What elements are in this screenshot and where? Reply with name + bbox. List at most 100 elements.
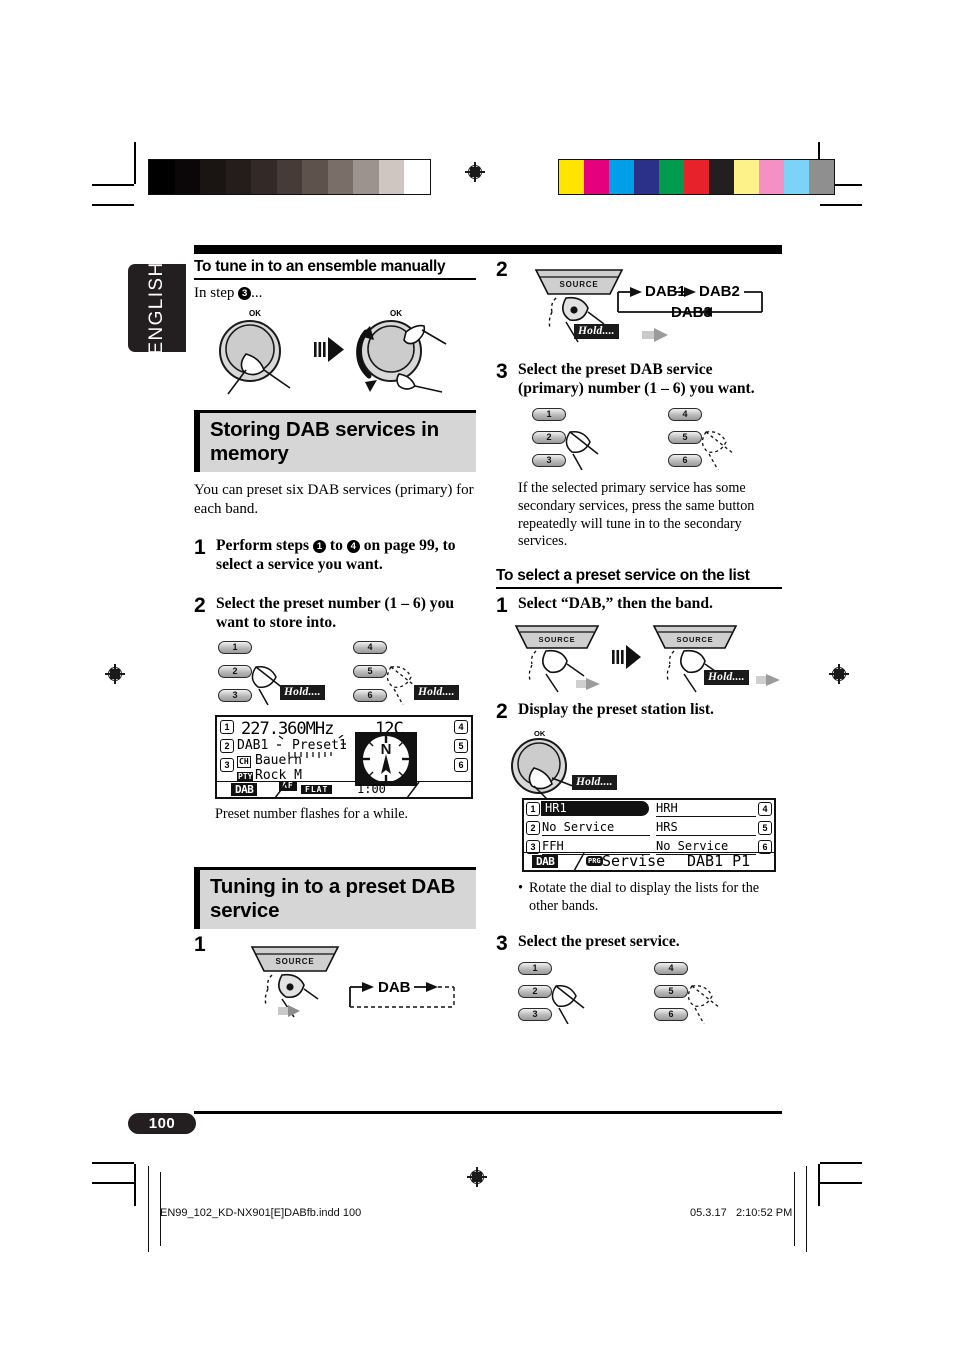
crop-mark	[820, 204, 862, 206]
preset-buttons-illustration: 1 2 3 4 5 6	[518, 961, 768, 1024]
rotate-dial-note: • Rotate the dial to display the lists f…	[518, 880, 778, 916]
step-number: 1	[194, 932, 206, 956]
svg-text:OK: OK	[249, 309, 261, 318]
step-text: Select the preset number (1 – 6) you wan…	[216, 594, 455, 631]
crop-mark	[820, 1162, 862, 1164]
circled-step-4: 4	[346, 539, 360, 553]
heading-select-preset-list: To select a preset service on the list	[496, 567, 782, 590]
svg-text:SOURCE: SOURCE	[539, 635, 576, 644]
list-step-3: 3 Select the preset service.	[496, 932, 782, 954]
hold-badge: Hold....	[574, 324, 619, 339]
lcd-preset-indicator-4: 4	[454, 719, 468, 734]
preset-buttons-illustration: 1 2 3 4 5 6	[532, 408, 782, 471]
swatch	[225, 160, 251, 194]
lcd-compass: N	[355, 731, 417, 786]
storing-step-2: 2 Select the preset number (1 – 6) you w…	[194, 594, 476, 632]
lcd-preset-list-display: 1 HR1 HRH 4 2 No Service HRS 5 3 FFH No …	[522, 798, 776, 873]
swatch	[174, 160, 200, 194]
trim-rule	[794, 1172, 796, 1246]
lcd-status-band: DAB1 P1	[687, 852, 751, 871]
swatch	[709, 160, 734, 194]
swatch	[353, 160, 379, 194]
lcd-list-name-1: HR1	[541, 801, 649, 817]
lcd-ch-value: Bauern	[255, 752, 302, 768]
crop-mark	[820, 1182, 862, 1184]
rotate-dial-note-text: Rotate the dial to display the lists for…	[528, 880, 760, 914]
lcd-preset-indicator-1: 1	[220, 719, 234, 734]
swatch	[378, 160, 404, 194]
swatch	[584, 160, 609, 194]
process-color-control-bar	[558, 159, 835, 195]
lcd-band: DAB1	[237, 737, 269, 753]
lcd-list-name-2: No Service	[542, 820, 650, 837]
trim-rule	[806, 1166, 808, 1252]
page-number-badge: 100	[128, 1113, 196, 1134]
crop-mark	[92, 184, 134, 186]
flow-label-dab2: DAB2	[699, 283, 740, 300]
svg-text:SOURCE: SOURCE	[677, 635, 714, 644]
step-number: 3	[496, 931, 508, 955]
registration-mark	[105, 664, 125, 684]
swatch	[684, 160, 709, 194]
lcd-prg-tag: PRG	[586, 856, 603, 867]
lcd-list-id-5: 5	[758, 821, 772, 836]
crop-mark	[92, 204, 134, 206]
lcd-list-status-bar: DAB PRG Servise DAB1 P1	[524, 852, 774, 872]
circled-step-3: 3	[238, 287, 252, 300]
language-tab: ENGLISH	[128, 261, 186, 355]
swatch	[809, 160, 834, 194]
preset-flash-caption: Preset number flashes for a while.	[215, 805, 409, 822]
hold-badge: Hold....	[280, 684, 325, 700]
step-text: Select the preset service.	[518, 932, 680, 950]
svg-text:OK: OK	[534, 729, 546, 738]
lcd-status-bar: DAB FLAT 1:00	[217, 780, 471, 798]
crop-mark	[92, 1182, 134, 1184]
source-select-dab-illustration: SOURCE SOURCE Hold....	[508, 622, 782, 696]
imprint-time: 2:10:52 PM	[736, 1207, 793, 1219]
swatch	[659, 160, 684, 194]
dial-hold-illustration: OK Hold....	[506, 726, 782, 801]
lcd-preset-indicator-5: 5	[454, 738, 468, 753]
lcd-list-id-1: 1	[526, 802, 540, 817]
imprint-filename: EN99_102_KD-NX901[E]DABfb.indd 100	[160, 1207, 362, 1219]
list-step-1: 1 Select “DAB,” then the band.	[496, 594, 782, 616]
swatch	[149, 160, 175, 194]
secondary-service-note: If the selected primary service has some…	[518, 480, 755, 550]
swatch	[759, 160, 784, 194]
lcd-preset-indicator-3: 3	[220, 757, 234, 772]
header-rule	[194, 245, 782, 254]
swatch	[784, 160, 809, 194]
circled-step-1: 1	[313, 539, 326, 553]
dial-press-rotate-illustration: OK OK	[194, 304, 476, 396]
swatch	[559, 160, 584, 194]
swatch	[327, 160, 353, 194]
lcd-preset-indicator-6: 6	[454, 757, 468, 772]
lcd-ch-tag: CH	[237, 755, 251, 768]
section-banner-tuning: Tuning in to a preset DAB service	[194, 866, 476, 929]
footer-rule	[194, 1111, 782, 1114]
step-number: 2	[496, 258, 508, 281]
lcd-list-id-4: 4	[758, 802, 772, 817]
lcd-list-row: 1 HR1 HRH 4	[524, 800, 774, 818]
lcd-list-name-5: HRS	[656, 820, 756, 837]
intro-in-step: In step 3...	[194, 284, 476, 302]
crop-mark	[134, 142, 136, 184]
imprint-date: 05.3.17	[690, 1207, 727, 1219]
source-button-dab-illustration: SOURCE DAB	[242, 943, 476, 1021]
storing-lead-text: You can preset six DAB services (primary…	[194, 482, 474, 517]
lcd-list-name-4: HRH	[656, 801, 756, 818]
hold-badge: Hold....	[704, 670, 749, 686]
lcd-list-id-2: 2	[526, 821, 540, 836]
right-column: 2 SOURCE Hold.... DAB1 DAB2 DAB3 3 Selec…	[496, 258, 782, 1024]
language-tab-label: ENGLISH	[146, 261, 167, 355]
step-number: 1	[496, 594, 508, 618]
list-step-2: 2 Display the preset station list.	[496, 700, 782, 722]
step-number: 2	[194, 593, 206, 617]
swatch	[404, 160, 430, 194]
grayscale-control-bar	[148, 159, 431, 195]
crop-mark	[92, 1162, 134, 1164]
swatch	[251, 160, 277, 194]
swatch	[276, 160, 302, 194]
preset-buttons-illustration: 1 2 3 4 5 6 Hold.... Hold....	[218, 640, 476, 705]
flow-label-dab3: DAB3	[671, 304, 712, 321]
